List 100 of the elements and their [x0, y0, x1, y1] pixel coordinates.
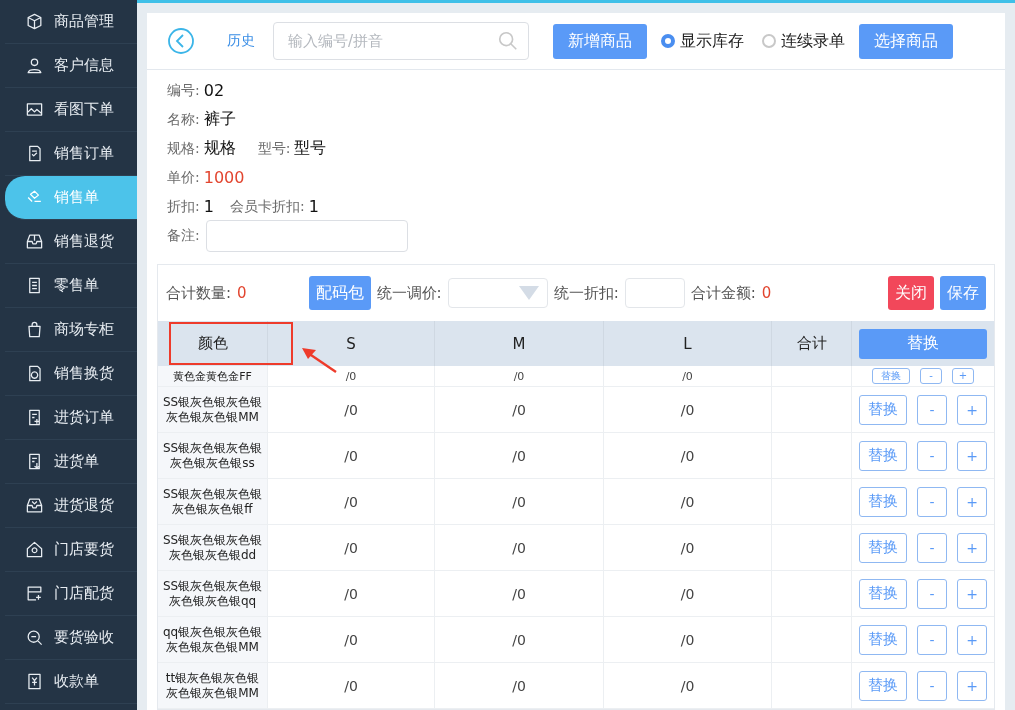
menu-item-icon — [25, 100, 44, 119]
column-header: L — [604, 321, 772, 366]
field-label: 会员卡折扣: — [229, 197, 305, 216]
discount-field[interactable] — [624, 278, 685, 308]
plus-button[interactable]: + — [952, 368, 974, 384]
replace-button[interactable]: 替换 — [859, 394, 907, 425]
history-link[interactable]: 历史 — [227, 32, 255, 50]
plus-button[interactable]: + — [957, 578, 987, 609]
color-cell: SS银灰色银灰色银灰色银灰色银ss — [158, 433, 268, 478]
table-cell: /0 — [268, 525, 435, 570]
table-cell: /0 — [268, 571, 435, 616]
color-cell: 黄色金黄色金FF — [158, 366, 268, 386]
field-value: 1 — [308, 197, 319, 216]
replace-button[interactable]: 替换 — [859, 440, 907, 471]
note-field[interactable] — [205, 219, 408, 252]
select-product-button[interactable]: 选择商品 — [859, 23, 953, 59]
table-cell: /0 — [435, 479, 604, 524]
table-cell: /0 — [604, 366, 772, 386]
minus-button[interactable]: - — [917, 578, 947, 609]
minus-button[interactable]: - — [917, 440, 947, 471]
radio-button[interactable] — [661, 34, 675, 48]
field-label: 规格: — [167, 139, 200, 158]
table-cell: /0 — [268, 663, 435, 708]
replace-button[interactable]: 替换 — [859, 578, 907, 609]
radio-button[interactable] — [762, 34, 776, 48]
plus-button[interactable]: + — [957, 440, 987, 471]
menu-item-icon — [25, 56, 44, 75]
minus-button[interactable]: - — [917, 486, 947, 517]
color-cell: SS银灰色银灰色银灰色银灰色银dd — [158, 525, 268, 570]
menu-item-icon — [25, 320, 44, 339]
plus-button[interactable]: + — [957, 532, 987, 563]
field-value: 02 — [203, 81, 225, 100]
table-cell: /0 — [435, 433, 604, 478]
replace-button[interactable]: 替换 — [859, 532, 907, 563]
table-cell: /0 — [268, 479, 435, 524]
field-label: 型号: — [257, 139, 291, 158]
column-header: M — [435, 321, 604, 366]
field-label: 编号: — [167, 81, 200, 100]
table-cell: /0 — [604, 433, 772, 478]
table-cell: /0 — [604, 663, 772, 708]
price-adjust-dropdown[interactable] — [447, 278, 548, 308]
field-value: 裤子 — [203, 109, 236, 130]
table-cell: /0 — [435, 571, 604, 616]
table-cell: /0 — [435, 387, 604, 432]
table-cell: /0 — [604, 525, 772, 570]
price-value: 1000 — [203, 168, 245, 187]
discount-label: 统一折扣: — [553, 283, 619, 303]
radio-option[interactable]: 连续录单 — [762, 30, 845, 52]
sidebar-item[interactable]: 销售单 — [5, 176, 137, 220]
add-product-button[interactable]: 新增商品 — [553, 23, 647, 59]
replace-button[interactable]: 替换 — [872, 368, 910, 384]
search-field[interactable]: 输入编号/拼音 — [273, 22, 529, 60]
field-value: 1 — [203, 197, 214, 216]
color-cell: SS银灰色银灰色银灰色银灰色银qq — [158, 571, 268, 616]
minus-button[interactable]: - — [917, 624, 947, 655]
table-cell: /0 — [604, 617, 772, 662]
price-adjust-label: 统一调价: — [376, 283, 442, 303]
field-value: 型号 — [294, 138, 327, 159]
replace-all-button[interactable]: 替换 — [859, 328, 987, 359]
menu-item-icon — [25, 540, 44, 559]
table-cell: /0 — [604, 571, 772, 616]
table-cell: /0 — [268, 617, 435, 662]
save-button[interactable]: 保存 — [940, 276, 986, 310]
total-quantity-value: 0 — [237, 284, 247, 302]
total-quantity-label: 合计数量: — [166, 283, 232, 303]
plus-button[interactable]: + — [957, 486, 987, 517]
minus-button[interactable]: - — [917, 394, 947, 425]
dropdown-arrow-icon — [518, 286, 539, 300]
minus-button[interactable]: - — [917, 532, 947, 563]
table-cell: /0 — [435, 366, 604, 386]
menu-item-icon — [25, 12, 44, 31]
replace-button[interactable]: 替换 — [859, 670, 907, 701]
plus-button[interactable]: + — [957, 394, 987, 425]
size-pack-button[interactable]: 配码包 — [308, 276, 371, 310]
total-amount-value: 0 — [761, 284, 772, 302]
color-cell: qq银灰色银灰色银灰色银灰色银MM — [158, 617, 268, 662]
search-icon — [497, 30, 519, 52]
menu-item-icon — [25, 232, 44, 251]
field-label: 折扣: — [167, 197, 200, 216]
replace-button[interactable]: 替换 — [859, 624, 907, 655]
radio-option[interactable]: 显示库存 — [661, 30, 744, 52]
table-cell: /0 — [268, 387, 435, 432]
replace-button[interactable]: 替换 — [859, 486, 907, 517]
table-cell: /0 — [268, 366, 435, 386]
table-cell: /0 — [268, 433, 435, 478]
minus-button[interactable]: - — [920, 368, 942, 384]
table-cell: /0 — [435, 663, 604, 708]
table-cell: /0 — [435, 525, 604, 570]
back-icon[interactable] — [167, 27, 195, 55]
close-button[interactable]: 关闭 — [888, 276, 934, 310]
total-amount-label: 合计金额: — [690, 283, 756, 303]
plus-button[interactable]: + — [957, 670, 987, 701]
field-label: 单价: — [167, 168, 200, 187]
field-label: 名称: — [167, 110, 200, 129]
minus-button[interactable]: - — [917, 670, 947, 701]
plus-button[interactable]: + — [957, 624, 987, 655]
color-cell: tt银灰色银灰色银灰色银灰色银MM — [158, 663, 268, 708]
table-cell: /0 — [604, 479, 772, 524]
table-cell: /0 — [604, 387, 772, 432]
table-cell: /0 — [435, 617, 604, 662]
